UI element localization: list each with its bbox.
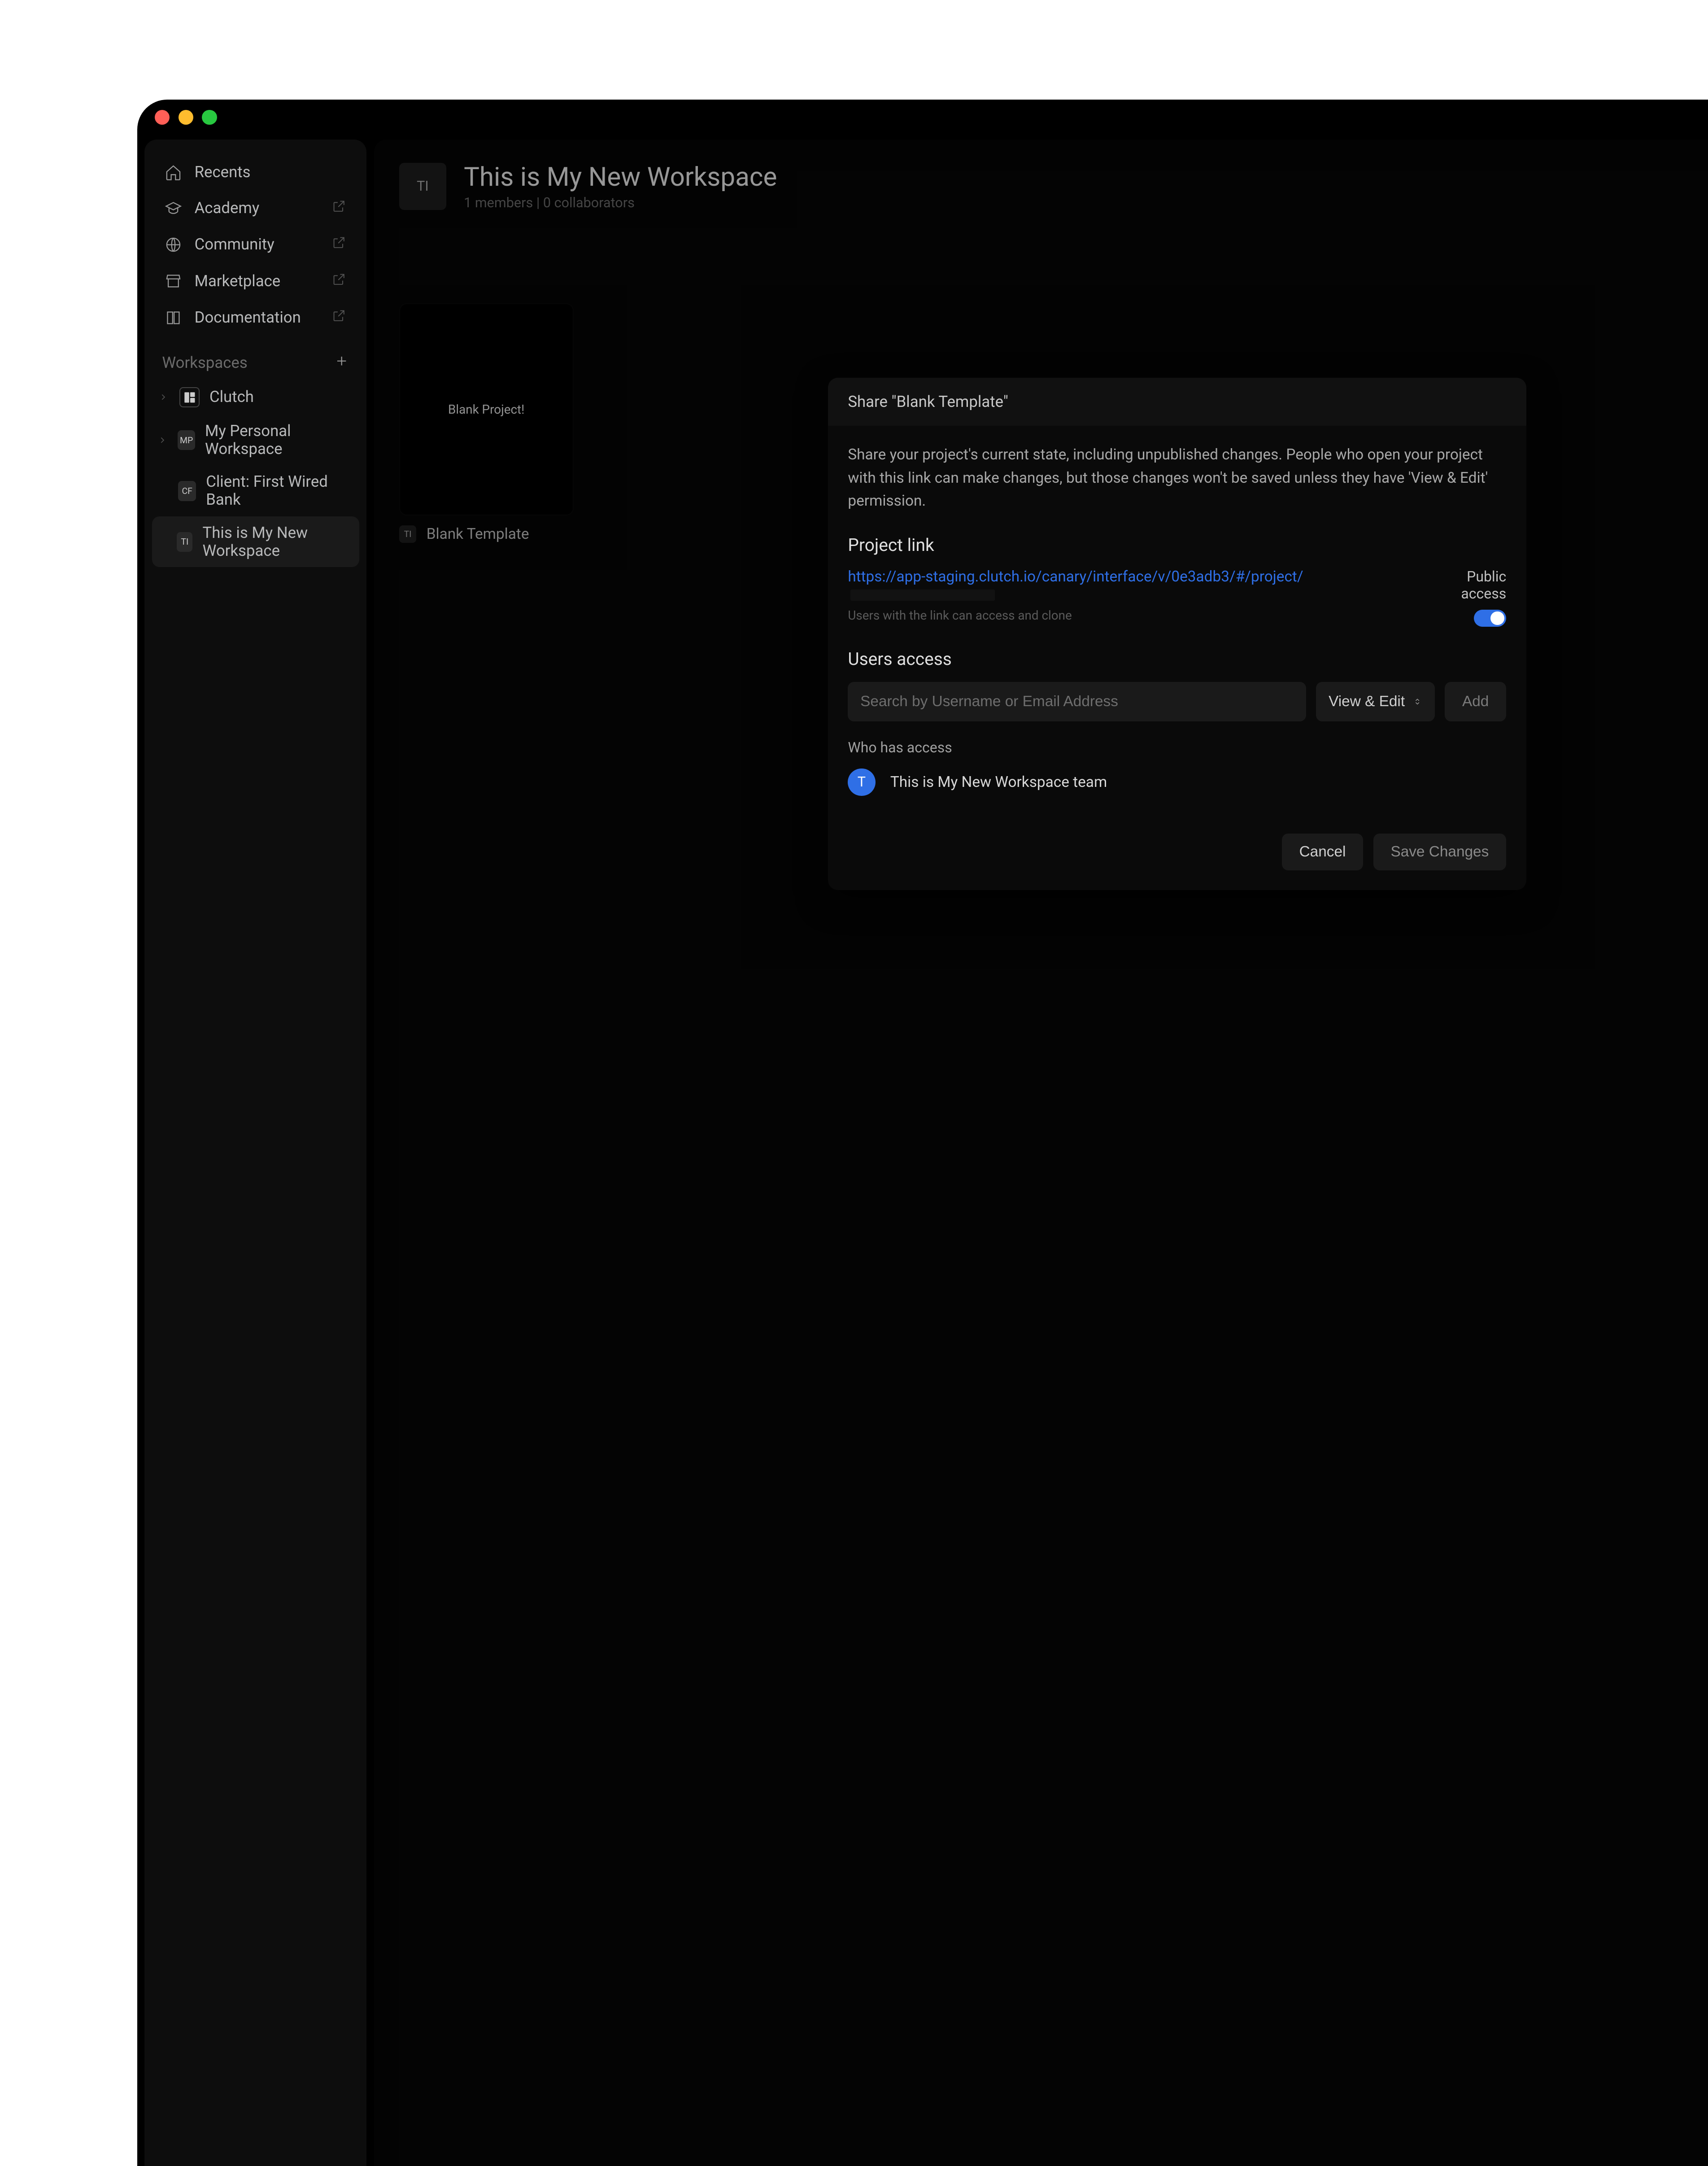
project-link-url[interactable]: https://app-staging.clutch.io/canary/int… (848, 568, 1303, 585)
users-access-heading: Users access (848, 649, 1506, 669)
public-access-toggle[interactable] (1474, 610, 1506, 627)
workspace-label: My Personal Workspace (205, 422, 349, 458)
projects-toolbar: Projects New project (374, 211, 1708, 303)
chevron-right-icon (157, 392, 170, 402)
workspace-subtitle: 1 members | 0 collaborators (464, 195, 777, 211)
project-link[interactable]: https://app-staging.clutch.io/canary/int… (848, 568, 1400, 603)
workspaces-header: Workspaces (144, 341, 366, 377)
redacted-segment (850, 590, 995, 601)
role-dropdown[interactable]: View & Edit (1316, 682, 1434, 721)
chevron-right-icon (157, 435, 168, 445)
workspace-badge: CF (178, 481, 196, 501)
workspace-item-new[interactable]: TI This is My New Workspace (152, 516, 359, 567)
sidebar-nav: Recents Academy Community Marketplace (144, 150, 366, 341)
external-link-icon (331, 272, 346, 291)
workspaces-label: Workspaces (162, 354, 247, 372)
project-card[interactable]: Blank Project! TI Blank Template (399, 303, 574, 543)
team-avatar: T (848, 769, 875, 796)
sidebar-item-academy[interactable]: Academy (155, 190, 357, 227)
workspace-label: Clutch (209, 388, 254, 406)
sidebar-item-documentation[interactable]: Documentation (155, 299, 357, 336)
add-user-button[interactable]: Add (1445, 682, 1506, 721)
workspace-badge (179, 387, 199, 407)
toggle-knob-icon (1490, 611, 1504, 625)
sidebar-item-label: Recents (195, 163, 251, 181)
close-window-icon[interactable] (155, 110, 170, 125)
user-search-input[interactable] (848, 682, 1306, 721)
public-access-label: Public access (1425, 568, 1506, 602)
sidebar-item-community[interactable]: Community (155, 227, 357, 263)
role-dropdown-label: View & Edit (1329, 693, 1405, 710)
globe-icon (165, 236, 182, 253)
workspaces-list: Clutch MP My Personal Workspace CF Clien… (144, 377, 366, 570)
external-link-icon (331, 199, 346, 218)
workspace-item-client[interactable]: CF Client: First Wired Bank (152, 466, 359, 516)
sidebar-item-label: Documentation (195, 309, 301, 327)
workspace-title: This is My New Workspace (464, 162, 777, 192)
workspace-label: Client: First Wired Bank (206, 473, 349, 509)
project-link-heading: Project link (848, 535, 1506, 555)
maximize-window-icon[interactable] (202, 110, 217, 125)
project-badge: TI (399, 525, 417, 543)
modal-title: Share "Blank Template" (828, 378, 1526, 426)
save-changes-button[interactable]: Save Changes (1373, 834, 1507, 870)
workspace-avatar: TI (399, 163, 447, 210)
sidebar-item-label: Academy (195, 199, 260, 217)
modal-description: Share your project's current state, incl… (848, 443, 1506, 513)
minimize-window-icon[interactable] (179, 110, 193, 125)
store-icon (165, 272, 182, 290)
app-window: Recents Academy Community Marketplace (137, 100, 1708, 2166)
titlebar (137, 100, 1708, 135)
sidebar-item-label: Community (195, 236, 274, 253)
workspace-badge: TI (177, 532, 192, 552)
who-has-access-label: Who has access (848, 739, 1506, 756)
cancel-button[interactable]: Cancel (1282, 834, 1364, 870)
sidebar-item-marketplace[interactable]: Marketplace (155, 263, 357, 299)
sidebar: Recents Academy Community Marketplace (144, 140, 366, 2166)
external-link-icon (331, 308, 346, 327)
external-link-icon (331, 235, 346, 254)
project-name: Blank Template (427, 525, 529, 543)
sidebar-item-label: Marketplace (195, 272, 281, 290)
workspace-badge: MP (178, 430, 195, 450)
access-team-row: T This is My New Workspace team (848, 769, 1506, 796)
team-name: This is My New Workspace team (890, 773, 1107, 791)
project-link-hint: Users with the link can access and clone (848, 608, 1400, 623)
workspace-label: This is My New Workspace (203, 524, 349, 560)
project-thumb-label: Blank Project! (448, 402, 524, 417)
add-workspace-button[interactable] (334, 354, 349, 372)
home-icon (165, 164, 182, 181)
workspace-header: TI This is My New Workspace 1 members | … (374, 140, 1708, 211)
project-thumbnail: Blank Project! (399, 303, 574, 515)
workspace-item-clutch[interactable]: Clutch (152, 380, 359, 415)
main-content: TI This is My New Workspace 1 members | … (374, 140, 1708, 2166)
updown-icon (1412, 695, 1422, 708)
traffic-lights (155, 110, 217, 125)
academic-cap-icon (165, 200, 182, 217)
share-modal: Share "Blank Template" Share your projec… (828, 378, 1526, 890)
workspace-item-personal[interactable]: MP My Personal Workspace (152, 415, 359, 465)
book-icon (165, 309, 182, 327)
sidebar-item-recents[interactable]: Recents (155, 155, 357, 190)
